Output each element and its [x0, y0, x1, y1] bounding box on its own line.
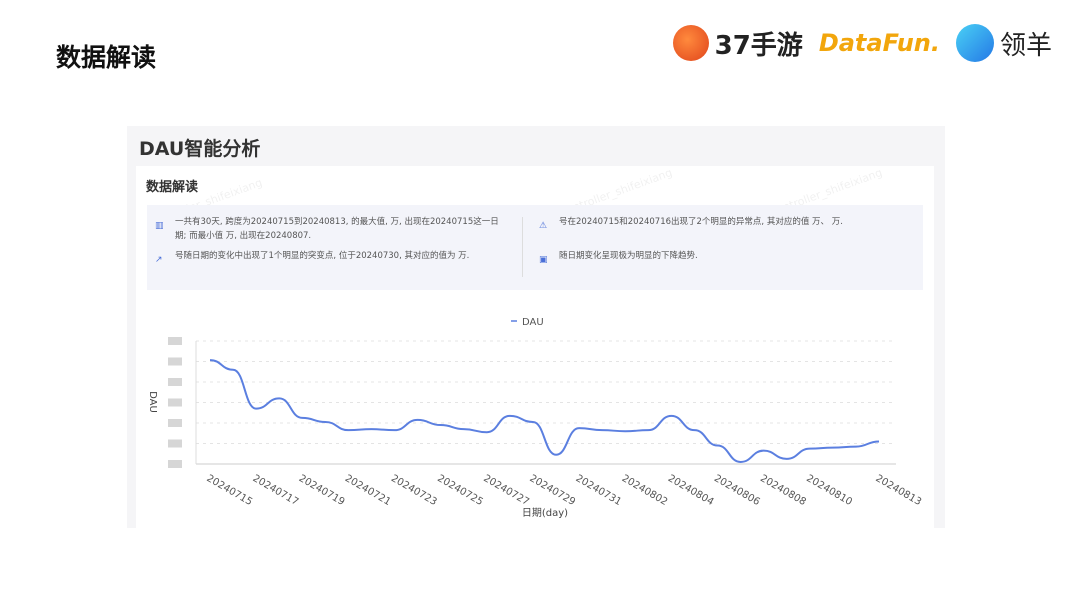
legend-label: DAU — [522, 317, 544, 328]
y-tick-label-obscured — [168, 439, 182, 448]
y-tick-label-obscured — [168, 419, 182, 427]
dau-line-chart: 2024071520240717202407192024072120240723… — [147, 317, 924, 519]
x-tick-label: 20240804 — [666, 473, 716, 508]
x-tick-label: 20240725 — [435, 473, 485, 508]
dau-series-line — [209, 359, 880, 463]
x-tick-label: 20240810 — [804, 473, 854, 508]
y-tick-label-obscured — [168, 357, 182, 366]
x-tick-label: 20240717 — [251, 473, 301, 508]
x-tick-label: 20240813 — [874, 473, 924, 508]
x-tick-label: 20240721 — [343, 473, 393, 508]
x-tick-label: 20240719 — [297, 473, 347, 508]
x-axis-label: 日期(day) — [522, 507, 568, 519]
y-axis-label: DAU — [147, 391, 158, 413]
x-tick-label: 20240731 — [574, 473, 624, 508]
x-tick-label: 20240727 — [481, 473, 531, 508]
x-tick-label: 20240723 — [389, 473, 439, 508]
y-tick-label-obscured — [168, 398, 182, 407]
x-tick-label: 20240808 — [758, 473, 808, 508]
y-tick-label-obscured — [168, 378, 182, 386]
x-tick-label: 20240802 — [620, 473, 670, 508]
x-tick-label: 20240715 — [205, 473, 255, 508]
x-tick-label: 20240729 — [527, 473, 577, 508]
y-tick-label-obscured — [168, 337, 182, 345]
y-tick-label-obscured — [168, 460, 182, 468]
x-tick-label: 20240806 — [712, 473, 762, 508]
